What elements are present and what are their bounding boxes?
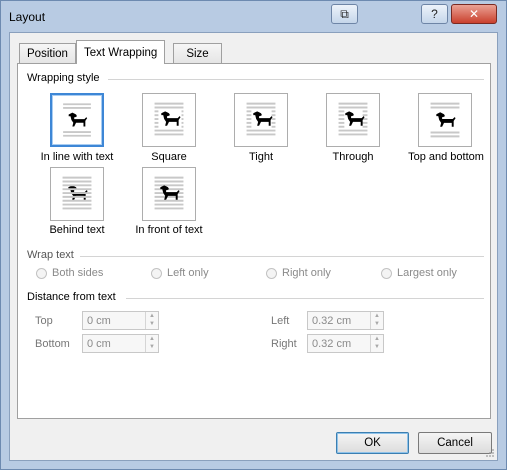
radio-label: Largest only — [397, 267, 457, 279]
close-icon: ✕ — [468, 7, 480, 21]
top-distance-spinner[interactable]: 0 cm ▲ ▼ — [82, 311, 159, 330]
radio-label: Left only — [167, 267, 209, 279]
wrapping-style-heading: Wrapping style — [27, 72, 100, 84]
radio-label: Both sides — [52, 267, 104, 279]
spin-down-icon[interactable]: ▼ — [371, 320, 383, 328]
tab-label: Size — [186, 48, 209, 60]
right-label: Right — [271, 338, 297, 350]
divider — [126, 298, 484, 299]
bottom-distance-value[interactable]: 0 cm — [87, 338, 111, 350]
wrap-label-inline[interactable]: In line with text — [32, 151, 122, 163]
divider — [108, 79, 484, 80]
distance-heading: Distance from text — [27, 291, 116, 303]
spin-up-icon[interactable]: ▲ — [146, 312, 158, 320]
wrap-text-heading: Wrap text — [27, 249, 74, 261]
ok-button[interactable]: OK — [336, 432, 409, 454]
ok-label: OK — [364, 437, 381, 449]
wrap-option-behind-text[interactable] — [50, 167, 104, 221]
left-distance-spinner[interactable]: 0.32 cm ▲ ▼ — [307, 311, 384, 330]
divider — [80, 256, 484, 257]
tab-label: Text Wrapping — [84, 46, 158, 59]
restore-icon: ⧉ — [340, 6, 349, 21]
dialog-title: Layout — [9, 10, 46, 24]
dialog-body: Position Text Wrapping Size Wrapping sty… — [9, 32, 498, 461]
spinner-arrows[interactable]: ▲ ▼ — [145, 312, 158, 329]
radio-left-only[interactable]: Left only — [151, 267, 209, 279]
wrap-label-square[interactable]: Square — [132, 151, 206, 163]
through-wrap-icon — [338, 102, 368, 136]
layout-dialog: Layout ⧉ ? ✕ Position Text Wrapping Size… — [0, 0, 507, 470]
wrap-option-in-front[interactable] — [142, 167, 196, 221]
spin-down-icon[interactable]: ▼ — [146, 343, 158, 351]
restore-button[interactable]: ⧉ — [331, 4, 358, 24]
tight-wrap-icon — [246, 102, 276, 136]
bottom-distance-spinner[interactable]: 0 cm ▲ ▼ — [82, 334, 159, 353]
radio-largest-only[interactable]: Largest only — [381, 267, 457, 279]
radio-circle[interactable] — [266, 267, 277, 279]
spin-down-icon[interactable]: ▼ — [146, 320, 158, 328]
in-front-text-icon — [154, 176, 184, 210]
square-wrap-icon — [154, 102, 184, 136]
bottom-label: Bottom — [35, 338, 70, 350]
cancel-label: Cancel — [437, 437, 473, 449]
inline-wrap-icon — [63, 103, 91, 137]
help-icon: ? — [431, 7, 438, 21]
tab-size[interactable]: Size — [173, 43, 222, 64]
wrap-option-top-bottom[interactable] — [418, 93, 472, 147]
title-bar[interactable]: Layout ⧉ ? ✕ — [1, 1, 506, 31]
radio-both-sides[interactable]: Both sides — [36, 267, 103, 279]
spinner-arrows[interactable]: ▲ ▼ — [370, 335, 383, 352]
left-distance-value[interactable]: 0.32 cm — [312, 315, 351, 327]
radio-right-only[interactable]: Right only — [266, 267, 331, 279]
wrap-option-through[interactable] — [326, 93, 380, 147]
text-wrapping-panel: Wrapping style In line with text Square … — [17, 63, 491, 419]
right-distance-spinner[interactable]: 0.32 cm ▲ ▼ — [307, 334, 384, 353]
wrap-label-tight[interactable]: Tight — [224, 151, 298, 163]
wrap-label-behind-text[interactable]: Behind text — [40, 224, 114, 236]
wrap-label-in-front[interactable]: In front of text — [126, 224, 212, 236]
tab-label: Position — [27, 48, 68, 60]
top-label: Top — [35, 315, 53, 327]
cancel-button[interactable]: Cancel — [418, 432, 492, 454]
help-button[interactable]: ? — [421, 4, 448, 24]
spin-up-icon[interactable]: ▲ — [146, 335, 158, 343]
tab-text-wrapping[interactable]: Text Wrapping — [76, 40, 166, 64]
spinner-arrows[interactable]: ▲ ▼ — [145, 335, 158, 352]
tab-position[interactable]: Position — [19, 43, 76, 64]
radio-circle[interactable] — [36, 267, 47, 279]
top-bottom-wrap-icon — [430, 102, 460, 138]
spinner-arrows[interactable]: ▲ ▼ — [370, 312, 383, 329]
wrap-label-top-bottom[interactable]: Top and bottom — [403, 151, 489, 163]
resize-grip-icon[interactable] — [485, 448, 495, 458]
wrap-label-through[interactable]: Through — [316, 151, 390, 163]
left-label: Left — [271, 315, 290, 327]
spin-down-icon[interactable]: ▼ — [371, 343, 383, 351]
wrap-option-inline[interactable] — [50, 93, 104, 147]
spin-up-icon[interactable]: ▲ — [371, 312, 383, 320]
wrap-option-square[interactable] — [142, 93, 196, 147]
radio-label: Right only — [282, 267, 331, 279]
radio-circle[interactable] — [381, 267, 392, 279]
spin-up-icon[interactable]: ▲ — [371, 335, 383, 343]
wrap-option-tight[interactable] — [234, 93, 288, 147]
right-distance-value[interactable]: 0.32 cm — [312, 338, 351, 350]
close-button[interactable]: ✕ — [451, 4, 497, 24]
behind-text-icon — [62, 176, 92, 210]
top-distance-value[interactable]: 0 cm — [87, 315, 111, 327]
radio-circle[interactable] — [151, 267, 162, 279]
